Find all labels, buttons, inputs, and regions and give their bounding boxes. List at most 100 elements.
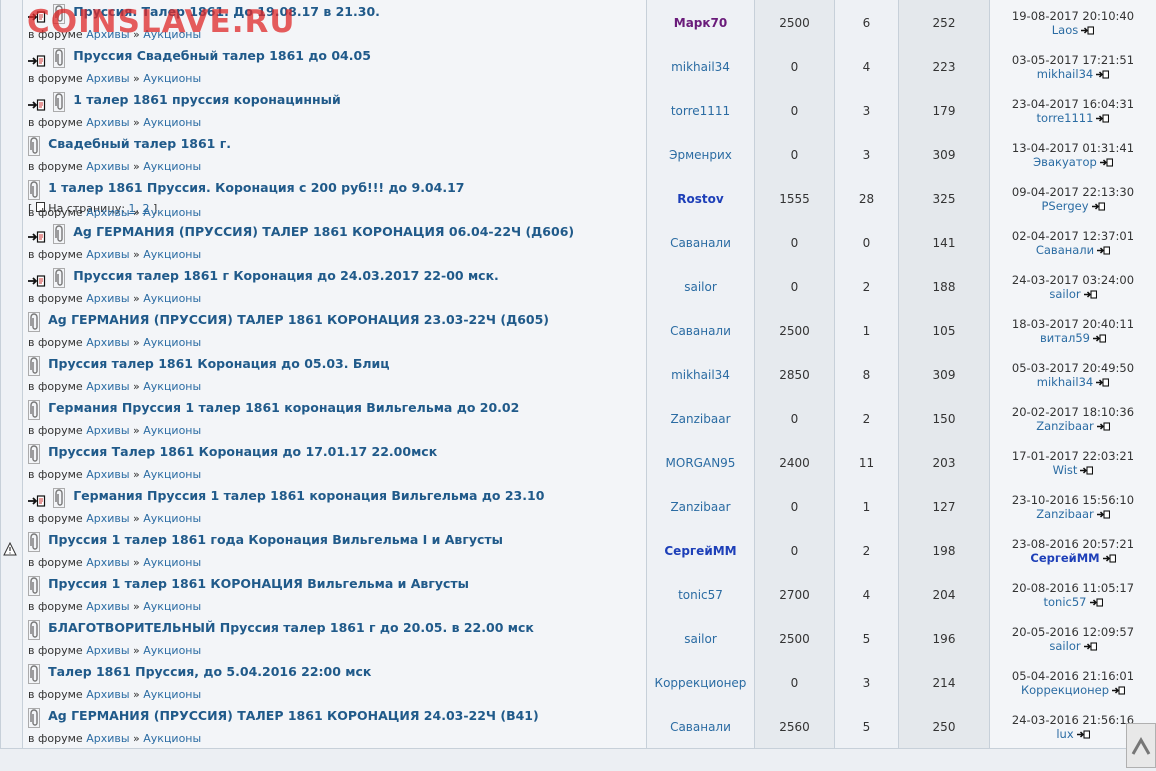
topic-title-link[interactable]: Пруссия Талер 1861 Коронация до 17.01.17… — [48, 444, 437, 459]
topic-title-link[interactable]: Германия Пруссия 1 талер 1861 коронация … — [48, 400, 519, 415]
topic-title-link[interactable]: Пруссия 1 талер 1861 года Коронация Виль… — [48, 532, 503, 547]
go-to-last-post-icon[interactable] — [1112, 686, 1126, 695]
forum-link-auctions[interactable]: Аукционы — [143, 116, 201, 129]
forum-link-archive[interactable]: Архивы — [86, 380, 129, 393]
author-link[interactable]: Марк70 — [647, 16, 754, 30]
forum-link-archive[interactable]: Архивы — [86, 644, 129, 657]
go-to-last-post-icon[interactable] — [1083, 290, 1097, 299]
author-link[interactable]: torre1111 — [647, 104, 754, 118]
forum-link-auctions[interactable]: Аукционы — [143, 644, 201, 657]
author-link[interactable]: Саванали — [647, 324, 754, 338]
last-post-author[interactable]: витал59 — [1040, 331, 1090, 345]
last-post-author[interactable]: Wist — [1053, 463, 1078, 477]
go-to-last-post-icon[interactable] — [1096, 114, 1110, 123]
topic-title-link[interactable]: Талер 1861 Пруссия, до 5.04.2016 22:00 м… — [48, 664, 371, 679]
last-post-author[interactable]: sailor — [1049, 287, 1080, 301]
last-post-author[interactable]: СергейММ — [1030, 551, 1099, 565]
go-to-last-post-icon[interactable] — [1091, 202, 1105, 211]
topic-title-link[interactable]: Пруссия 1 талер 1861 КОРОНАЦИЯ Вильгельм… — [48, 576, 469, 591]
author-link[interactable]: Эрменрих — [647, 148, 754, 162]
go-to-last-post-icon[interactable] — [1097, 246, 1111, 255]
forum-link-archive[interactable]: Архивы — [86, 600, 129, 613]
author-link[interactable]: СергейММ — [647, 544, 754, 558]
forum-link-auctions[interactable]: Аукционы — [143, 206, 201, 219]
last-post-author[interactable]: mikhail34 — [1037, 375, 1093, 389]
forum-link-auctions[interactable]: Аукционы — [143, 248, 201, 261]
go-to-last-post-icon[interactable] — [1089, 598, 1103, 607]
topic-title-link[interactable]: Пруссия талер 1861 Коронация до 05.03. Б… — [48, 356, 389, 371]
forum-link-archive[interactable]: Архивы — [86, 732, 129, 745]
last-post-author[interactable]: tonic57 — [1044, 595, 1087, 609]
topic-title-link[interactable]: Пруссия талер 1861 г Коронация до 24.03.… — [73, 268, 499, 283]
author-link[interactable]: Коррекционер — [647, 676, 754, 690]
last-post-author[interactable]: torre1111 — [1037, 111, 1094, 125]
author-link[interactable]: mikhail34 — [647, 368, 754, 382]
last-post-author[interactable]: Laos — [1052, 23, 1078, 37]
topic-title-link[interactable]: Ag ГЕРМАНИЯ (ПРУССИЯ) ТАЛЕР 1861 КОРОНАЦ… — [48, 708, 539, 723]
topic-title-link[interactable]: БЛАГОТВОРИТЕЛЬНЫЙ Пруссия талер 1861 г д… — [48, 620, 534, 635]
go-to-last-post-icon[interactable] — [1081, 26, 1095, 35]
forum-link-archive[interactable]: Архивы — [86, 28, 129, 41]
author-link[interactable]: Rostov — [647, 192, 754, 206]
go-to-last-post-icon[interactable] — [1076, 730, 1090, 739]
forum-link-archive[interactable]: Архивы — [86, 688, 129, 701]
forum-link-auctions[interactable]: Аукционы — [143, 72, 201, 85]
go-to-last-post-icon[interactable] — [1083, 642, 1097, 651]
forum-link-archive[interactable]: Архивы — [86, 160, 129, 173]
forum-link-archive[interactable]: Архивы — [86, 292, 129, 305]
forum-link-auctions[interactable]: Аукционы — [143, 600, 201, 613]
forum-link-archive[interactable]: Архивы — [86, 116, 129, 129]
last-post-author[interactable]: Коррекционер — [1021, 683, 1109, 697]
last-post-author[interactable]: lux — [1056, 727, 1073, 741]
go-to-last-post-icon[interactable] — [1096, 70, 1110, 79]
go-to-last-post-icon[interactable] — [1099, 158, 1113, 167]
forum-link-archive[interactable]: Архивы — [86, 424, 129, 437]
go-to-last-post-icon[interactable] — [1096, 378, 1110, 387]
go-to-last-post-icon[interactable] — [1096, 422, 1110, 431]
last-post-author[interactable]: Эвакуатор — [1033, 155, 1097, 169]
forum-link-auctions[interactable]: Аукционы — [143, 424, 201, 437]
forum-link-archive[interactable]: Архивы — [86, 556, 129, 569]
forum-link-auctions[interactable]: Аукционы — [143, 292, 201, 305]
author-link[interactable]: MORGAN95 — [647, 456, 754, 470]
go-to-last-post-icon[interactable] — [1102, 554, 1116, 563]
topic-title-link[interactable]: Ag ГЕРМАНИЯ (ПРУССИЯ) ТАЛЕР 1861 КОРОНАЦ… — [73, 224, 574, 239]
author-link[interactable]: tonic57 — [647, 588, 754, 602]
author-link[interactable]: sailor — [647, 632, 754, 646]
forum-link-auctions[interactable]: Аукционы — [143, 160, 201, 173]
author-link[interactable]: sailor — [647, 280, 754, 294]
author-link[interactable]: Саванали — [647, 236, 754, 250]
forum-link-auctions[interactable]: Аукционы — [143, 732, 201, 745]
last-post-author[interactable]: PSergey — [1041, 199, 1088, 213]
forum-link-auctions[interactable]: Аукционы — [143, 468, 201, 481]
forum-link-archive[interactable]: Архивы — [86, 72, 129, 85]
go-to-last-post-icon[interactable] — [1092, 334, 1106, 343]
topic-title-link[interactable]: Свадебный талер 1861 г. — [48, 136, 231, 151]
go-to-last-post-icon[interactable] — [1080, 466, 1094, 475]
topic-title-link[interactable]: 1 талер 1861 пруссия коронацинный — [73, 92, 341, 107]
forum-link-archive[interactable]: Архивы — [86, 248, 129, 261]
go-to-last-post-icon[interactable] — [1096, 510, 1110, 519]
topic-title-link[interactable]: Ag ГЕРМАНИЯ (ПРУССИЯ) ТАЛЕР 1861 КОРОНАЦ… — [48, 312, 549, 327]
author-link[interactable]: mikhail34 — [647, 60, 754, 74]
forum-link-archive[interactable]: Архивы — [86, 336, 129, 349]
scroll-to-top-button[interactable] — [1126, 723, 1156, 768]
last-post-author[interactable]: Zanzibaar — [1036, 419, 1094, 433]
forum-link-auctions[interactable]: Аукционы — [143, 688, 201, 701]
last-post-author[interactable]: mikhail34 — [1037, 67, 1093, 81]
forum-link-auctions[interactable]: Аукционы — [143, 380, 201, 393]
topic-title-link[interactable]: 1 талер 1861 Пруссия. Коронация с 200 ру… — [48, 180, 464, 195]
forum-link-auctions[interactable]: Аукционы — [143, 556, 201, 569]
forum-link-auctions[interactable]: Аукционы — [143, 336, 201, 349]
topic-title-link[interactable]: Пруссия Свадебный талер 1861 до 04.05 — [73, 48, 371, 63]
author-link[interactable]: Zanzibaar — [647, 412, 754, 426]
last-post-author[interactable]: sailor — [1049, 639, 1080, 653]
author-link[interactable]: Zanzibaar — [647, 500, 754, 514]
last-post-author[interactable]: Саванали — [1036, 243, 1094, 257]
last-post-author[interactable]: Zanzibaar — [1036, 507, 1094, 521]
forum-link-auctions[interactable]: Аукционы — [143, 512, 201, 525]
author-link[interactable]: Саванали — [647, 720, 754, 734]
forum-link-auctions[interactable]: Аукционы — [143, 28, 201, 41]
topic-title-link[interactable]: Пруссия. Талер 1861. До 19.08.17 в 21.30… — [73, 4, 380, 19]
forum-link-archive[interactable]: Архивы — [86, 512, 129, 525]
